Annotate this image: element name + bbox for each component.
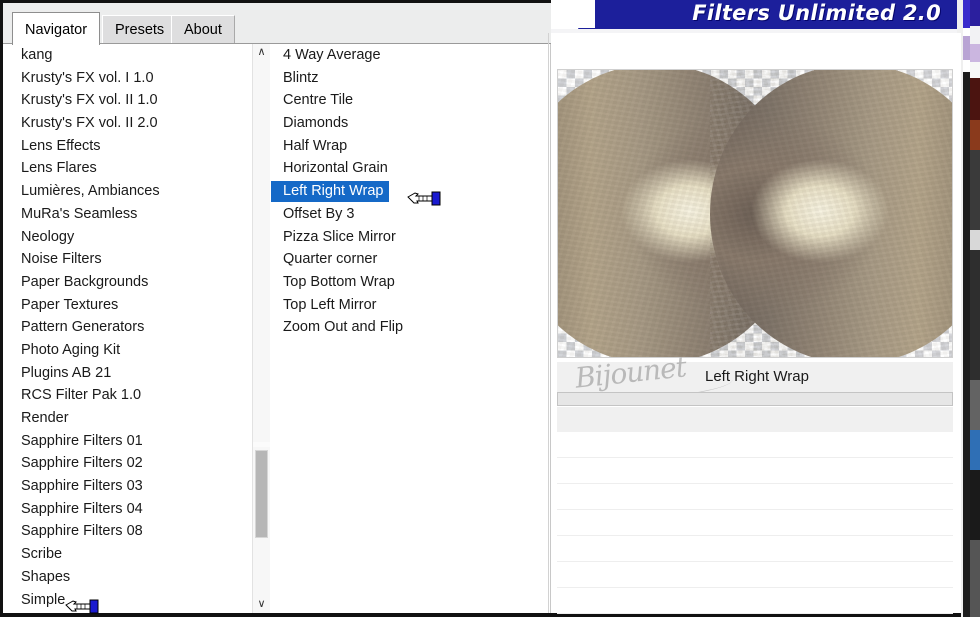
parameter-row[interactable] — [557, 510, 953, 536]
effect-list-row[interactable]: Top Left Mirror — [271, 294, 550, 317]
effect-list-row[interactable]: Horizontal Grain — [271, 157, 550, 180]
desktop-background-inner — [963, 0, 970, 617]
category-list-item[interactable]: Pattern Generators — [3, 316, 251, 339]
effect-list-row[interactable]: Quarter corner — [271, 248, 550, 271]
category-list-item[interactable]: Plugins AB 21 — [3, 362, 251, 385]
effect-list-item[interactable]: Diamonds — [271, 112, 550, 135]
category-list-item[interactable]: Sapphire Filters 03 — [3, 475, 251, 498]
category-list-item[interactable]: Lens Effects — [3, 135, 251, 158]
category-list-item[interactable]: Scribe — [3, 543, 251, 566]
category-list-item[interactable]: Paper Backgrounds — [3, 271, 251, 294]
effect-list-item[interactable]: Offset By 3 — [271, 203, 550, 226]
scroll-down-arrow-icon[interactable]: ∨ — [253, 596, 270, 613]
effect-list-item[interactable]: Top Left Mirror — [271, 294, 550, 317]
category-list-item[interactable]: Sapphire Filters 08 — [3, 520, 251, 543]
effect-list-row[interactable]: Centre Tile — [271, 89, 550, 112]
parameter-row[interactable] — [557, 588, 953, 614]
category-list-item[interactable]: Render — [3, 407, 251, 430]
category-list-item[interactable]: Krusty's FX vol. II 1.0 — [3, 89, 251, 112]
effect-list-row[interactable]: Pizza Slice Mirror — [271, 226, 550, 249]
category-list-item[interactable]: Lens Flares — [3, 157, 251, 180]
parameter-row[interactable] — [557, 458, 953, 484]
tab-presets[interactable]: Presets — [102, 15, 178, 44]
category-list-item[interactable]: Krusty's FX vol. I 1.0 — [3, 67, 251, 90]
scrollbar-track-highlight — [253, 442, 270, 447]
preview-panel: Bijounet Left Right Wrap — [552, 33, 957, 614]
preview-image-frame — [557, 69, 953, 358]
parameter-row[interactable] — [557, 562, 953, 588]
category-list[interactable]: kang Krusty's FX vol. I 1.0 Krusty's FX vo… — [3, 44, 251, 613]
app-title: Filters Unlimited 2.0 — [692, 1, 941, 25]
tab-strip: Navigator Presets About — [3, 12, 551, 45]
category-list-item[interactable]: Shapes — [3, 566, 251, 589]
preview-right-half-sphere — [710, 70, 952, 357]
effect-list-row[interactable]: Blintz — [271, 67, 550, 90]
category-list-item[interactable]: Noise Filters — [3, 248, 251, 271]
title-banner-right-cap — [957, 0, 963, 33]
effect-list-row[interactable]: Top Bottom Wrap — [271, 271, 550, 294]
effect-list-item[interactable]: Half Wrap — [271, 135, 550, 158]
effect-list-item[interactable]: 4 Way Average — [271, 44, 550, 67]
effect-list-row[interactable]: Offset By 3 — [271, 203, 550, 226]
category-list-item[interactable]: Photo Aging Kit — [3, 339, 251, 362]
scrollbar-thumb[interactable] — [255, 450, 268, 538]
selected-filter-label: Left Right Wrap — [705, 368, 809, 385]
effect-list-item[interactable]: Horizontal Grain — [271, 157, 550, 180]
effect-list-item[interactable]: Centre Tile — [271, 89, 550, 112]
category-list-item[interactable]: MuRa's Seamless — [3, 203, 251, 226]
parameter-row[interactable] — [557, 432, 953, 458]
window-top-gray-strip — [0, 3, 551, 12]
effect-list-row[interactable]: Left Right Wrap — [271, 180, 550, 203]
effect-list-item[interactable]: Blintz — [271, 67, 550, 90]
preview-slider-bar[interactable] — [557, 392, 953, 406]
panel-divider — [548, 33, 549, 613]
category-list-item[interactable]: RCS Filter Pak 1.0 — [3, 384, 251, 407]
effect-list-item[interactable]: Quarter corner — [271, 248, 550, 271]
category-list-item[interactable]: Sapphire Filters 02 — [3, 452, 251, 475]
parameter-row[interactable] — [557, 484, 953, 510]
preview-sphere-body-right — [710, 70, 952, 357]
parameter-rows-area — [557, 432, 953, 614]
effect-list-row[interactable]: 4 Way Average — [271, 44, 550, 67]
effect-list-row[interactable]: Zoom Out and Flip — [271, 316, 550, 339]
category-list-item[interactable]: Neology — [3, 226, 251, 249]
effect-list-item[interactable]: Pizza Slice Mirror — [271, 226, 550, 249]
effect-list-row[interactable]: Half Wrap — [271, 135, 550, 158]
preview-spacer-block — [557, 407, 953, 432]
preview-sphere-texture-right — [710, 70, 952, 357]
navigator-content: kang Krusty's FX vol. I 1.0 Krusty's FX vo… — [3, 44, 551, 613]
category-list-item[interactable]: Lumières, Ambiances — [3, 180, 251, 203]
category-list-item[interactable]: kang — [3, 44, 251, 67]
tab-navigator[interactable]: Navigator — [12, 12, 101, 45]
scroll-up-arrow-icon[interactable]: ∧ — [253, 44, 270, 61]
category-list-item[interactable]: Krusty's FX vol. II 2.0 — [3, 112, 251, 135]
title-banner: Filters Unlimited 2.0 — [551, 0, 963, 29]
filter-label-row: Bijounet Left Right Wrap — [557, 350, 953, 406]
effect-list-item[interactable]: Top Bottom Wrap — [271, 271, 550, 294]
category-list-item[interactable]: Sapphire Filters 01 — [3, 430, 251, 453]
parameter-row[interactable] — [557, 536, 953, 562]
category-list-item[interactable]: Simple — [3, 589, 251, 612]
category-list-scrollbar[interactable]: ∧ ∨ — [252, 44, 270, 613]
filters-unlimited-window: Filters Unlimited 2.0 Navigator Presets … — [0, 0, 963, 617]
category-list-item[interactable]: Paper Textures — [3, 294, 251, 317]
effect-list-row[interactable]: Diamonds — [271, 112, 550, 135]
desktop-background-strip — [963, 0, 980, 617]
effect-list-item[interactable]: Zoom Out and Flip — [271, 316, 550, 339]
category-list-item[interactable]: Sapphire Filters 04 — [3, 498, 251, 521]
effect-list-item-selected[interactable]: Left Right Wrap — [271, 181, 390, 203]
tab-about[interactable]: About — [171, 15, 235, 44]
window-right-border — [961, 0, 963, 617]
effect-list[interactable]: 4 Way Average Blintz Centre Tile Diamonds Ha… — [271, 44, 550, 613]
